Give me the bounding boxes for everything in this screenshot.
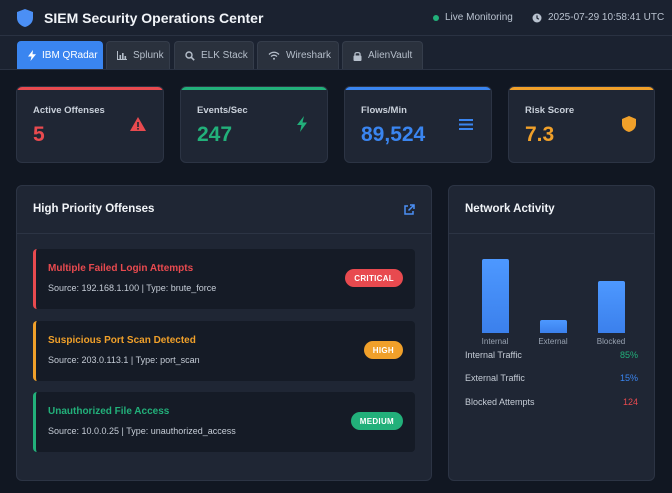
- metric-value: 15%: [619, 373, 638, 383]
- tool-tabs: IBM QRadar Splunk ELK Stack Wireshark Al…: [0, 36, 672, 70]
- severity-badge: HIGH: [363, 341, 403, 359]
- metric-label: Blocked Attempts: [465, 397, 535, 407]
- panel-title: Network Activity: [465, 203, 555, 215]
- stat-card-active-offenses: Active Offenses 5: [16, 86, 164, 163]
- wifi-icon: [268, 51, 280, 60]
- card-accent-bar: [181, 87, 327, 90]
- bar-chart-labels: Internal External Blocked: [449, 337, 656, 349]
- tab-label: Wireshark: [286, 50, 332, 61]
- stat-card-risk-score: Risk Score 7.3: [508, 86, 655, 163]
- stat-card-events-per-sec: Events/Sec 247: [180, 86, 328, 163]
- metric-external-traffic: External Traffic 15%: [465, 373, 638, 387]
- list-icon: [459, 119, 473, 130]
- card-accent-bar: [345, 87, 491, 90]
- offense-meta: Source: 10.0.0.25 | Type: unauthorized_a…: [48, 426, 236, 436]
- tab-elk-stack[interactable]: ELK Stack: [174, 41, 254, 69]
- stat-label: Active Offenses: [33, 105, 105, 116]
- app-header: SIEM Security Operations Center Live Mon…: [0, 0, 672, 36]
- bar-internal: [481, 259, 509, 333]
- tab-label: IBM QRadar: [42, 50, 98, 61]
- live-dot-icon: [433, 14, 439, 21]
- metric-value: 124: [622, 397, 638, 407]
- card-accent-bar: [509, 87, 654, 90]
- tab-alienvault[interactable]: AlienVault: [342, 41, 423, 69]
- bolt-icon: [28, 50, 36, 61]
- panel-header: High Priority Offenses: [17, 186, 431, 234]
- stat-card-flows-per-min: Flows/Min 89,524: [344, 86, 492, 163]
- tab-wireshark[interactable]: Wireshark: [257, 41, 339, 69]
- bar-label: External: [538, 337, 568, 346]
- stat-value: 247: [197, 123, 233, 146]
- stat-value: 89,524: [361, 123, 426, 146]
- stat-label: Risk Score: [525, 105, 575, 116]
- tab-label: AlienVault: [368, 50, 413, 61]
- shield-logo-icon: [17, 9, 33, 27]
- lock-icon: [353, 51, 362, 61]
- warning-icon: [130, 117, 146, 131]
- bar-chart-icon: [117, 51, 127, 60]
- live-status: Live Monitoring: [433, 12, 513, 23]
- offense-item[interactable]: Unauthorized File Access Source: 10.0.0.…: [33, 392, 415, 452]
- search-icon: [185, 50, 195, 61]
- bar-label: Blocked: [596, 337, 626, 346]
- offense-meta: Source: 203.0.113.1 | Type: port_scan: [48, 355, 200, 365]
- bolt-icon: [297, 116, 307, 132]
- live-status-label: Live Monitoring: [445, 12, 513, 23]
- external-link-icon[interactable]: [403, 204, 415, 216]
- tab-label: ELK Stack: [201, 50, 248, 61]
- stat-value: 5: [33, 123, 45, 146]
- metric-label: External Traffic: [465, 373, 525, 383]
- severity-badge: CRITICAL: [345, 269, 403, 287]
- stat-value: 7.3: [525, 123, 555, 146]
- shield-icon: [622, 116, 636, 132]
- card-accent-bar: [17, 87, 163, 90]
- offense-title: Unauthorized File Access: [48, 406, 170, 417]
- offense-item[interactable]: Suspicious Port Scan Detected Source: 20…: [33, 321, 415, 381]
- bar-label: Internal: [481, 337, 509, 346]
- timestamp-label: 2025-07-29 10:58:41 UTC: [548, 12, 665, 23]
- app-title: SIEM Security Operations Center: [44, 10, 264, 26]
- severity-badge: MEDIUM: [350, 412, 403, 430]
- offense-meta: Source: 192.168.1.100 | Type: brute_forc…: [48, 283, 217, 293]
- network-activity-panel: Network Activity Internal External Blocked…: [448, 185, 655, 481]
- offense-title: Suspicious Port Scan Detected: [48, 335, 196, 346]
- bar-external: [539, 319, 567, 333]
- panel-header: Network Activity: [449, 186, 654, 234]
- bar-blocked: [597, 280, 625, 333]
- metric-blocked-attempts: Blocked Attempts 124: [465, 397, 638, 411]
- clock-icon: [532, 13, 542, 22]
- offenses-panel: High Priority Offenses Multiple Failed L…: [16, 185, 432, 481]
- panel-title: High Priority Offenses: [33, 203, 155, 215]
- offense-item[interactable]: Multiple Failed Login Attempts Source: 1…: [33, 249, 415, 309]
- stat-label: Flows/Min: [361, 105, 407, 116]
- metric-label: Internal Traffic: [465, 350, 522, 360]
- timestamp: 2025-07-29 10:58:41 UTC: [532, 12, 664, 23]
- network-bar-chart: [449, 246, 656, 333]
- metric-internal-traffic: Internal Traffic 85%: [465, 350, 638, 364]
- tab-label: Splunk: [133, 50, 164, 61]
- stat-label: Events/Sec: [197, 105, 248, 116]
- tab-ibm-qradar[interactable]: IBM QRadar: [17, 41, 103, 69]
- offense-title: Multiple Failed Login Attempts: [48, 263, 194, 274]
- metric-value: 85%: [619, 350, 638, 360]
- tab-splunk[interactable]: Splunk: [106, 41, 170, 69]
